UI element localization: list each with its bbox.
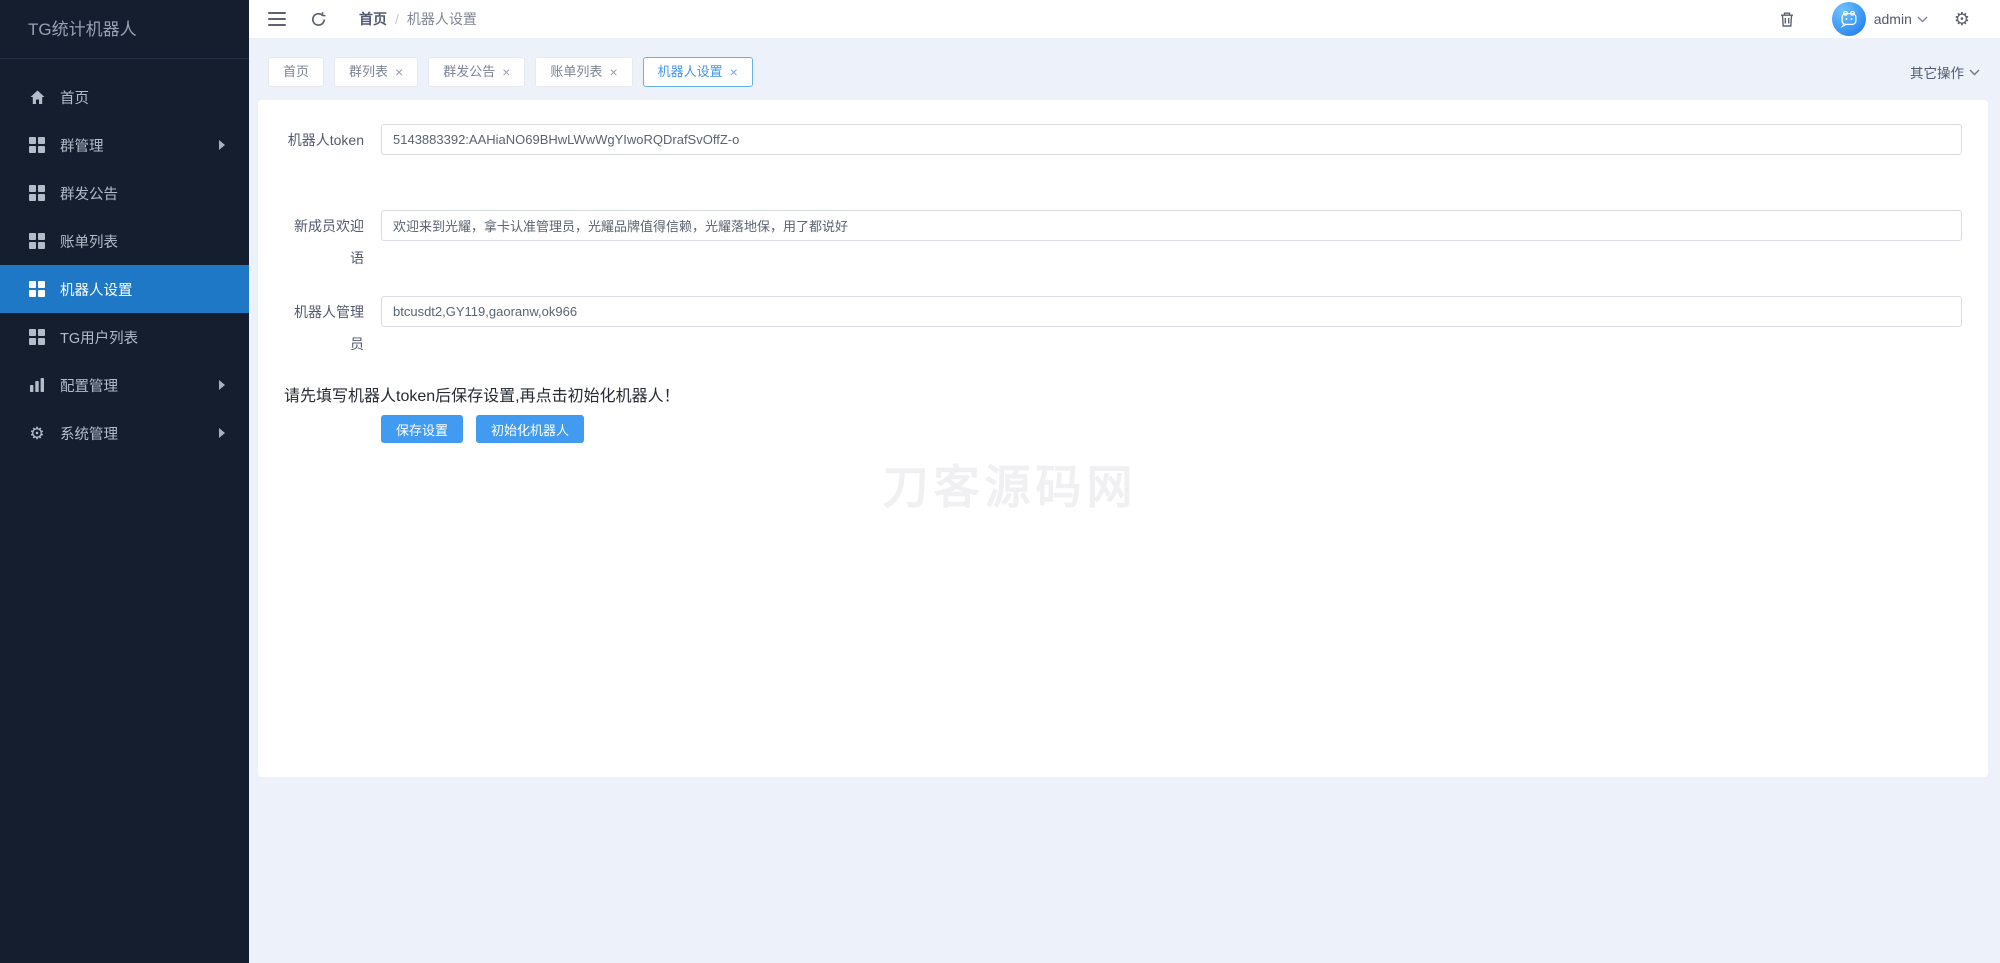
tab-label: 群列表 — [349, 58, 388, 86]
welcome-message-label: 新成员欢迎语 — [284, 210, 364, 274]
chevron-right-icon — [219, 380, 225, 390]
tab-group-list[interactable]: 群列表 × — [334, 57, 418, 87]
chevron-down-icon — [1969, 69, 1980, 76]
sidebar-item-group-manage[interactable]: 群管理 — [0, 121, 249, 169]
breadcrumb-home[interactable]: 首页 — [359, 9, 387, 29]
grid-icon — [28, 184, 46, 202]
tab-home[interactable]: 首页 — [268, 57, 324, 87]
top-header: 首页 / 机器人设置 admin ⚙ — [249, 0, 2000, 38]
sidebar-item-robot-settings[interactable]: 机器人设置 — [0, 265, 249, 313]
content-area: 首页 群列表 × 群发公告 × 账单列表 × 机器人设置 × 其它操作 机器人t… — [249, 38, 2000, 963]
form-row-admins: 机器人管理员 — [284, 296, 1962, 360]
more-actions-dropdown[interactable]: 其它操作 — [1910, 62, 1980, 82]
grid-icon — [28, 232, 46, 250]
chart-icon — [28, 376, 46, 394]
close-icon[interactable]: × — [395, 65, 403, 79]
robot-token-label: 机器人token — [284, 124, 364, 188]
breadcrumb-separator: / — [395, 11, 399, 27]
tab-broadcast[interactable]: 群发公告 × — [428, 57, 525, 87]
action-buttons: 保存设置 初始化机器人 — [381, 415, 1962, 443]
form-row-welcome: 新成员欢迎语 — [284, 210, 1962, 274]
sidebar-item-label: 系统管理 — [60, 423, 118, 444]
save-settings-button[interactable]: 保存设置 — [381, 415, 463, 443]
close-icon[interactable]: × — [502, 65, 510, 79]
sidebar-item-label: 配置管理 — [60, 375, 118, 396]
grid-icon — [28, 280, 46, 298]
tab-robot-settings[interactable]: 机器人设置 × — [643, 57, 753, 87]
robot-admins-label: 机器人管理员 — [284, 296, 364, 360]
username[interactable]: admin — [1874, 11, 1912, 27]
grid-icon — [28, 328, 46, 346]
init-robot-button[interactable]: 初始化机器人 — [476, 415, 584, 443]
robot-avatar[interactable] — [1832, 2, 1866, 36]
chevron-down-icon[interactable] — [1917, 16, 1928, 23]
sidebar-menu: 首页 群管理 群发公告 账单列表 机器人设置 — [0, 59, 249, 457]
menu-icon[interactable] — [264, 6, 290, 32]
tab-label: 机器人设置 — [658, 58, 723, 86]
tab-label: 首页 — [283, 58, 309, 86]
trash-icon[interactable] — [1774, 6, 1800, 32]
tab-label: 群发公告 — [443, 58, 495, 86]
sidebar-item-label: 首页 — [60, 87, 89, 108]
sidebar: TG统计机器人 首页 群管理 群发公告 账单列表 — [0, 0, 249, 963]
sidebar-item-system-manage[interactable]: ⚙ 系统管理 — [0, 409, 249, 457]
breadcrumb: 首页 / 机器人设置 — [359, 9, 477, 29]
sidebar-item-config-manage[interactable]: 配置管理 — [0, 361, 249, 409]
header-right: admin ⚙ — [1774, 2, 2000, 36]
refresh-icon[interactable] — [305, 6, 331, 32]
welcome-message-input[interactable] — [381, 210, 1962, 241]
gear-icon[interactable]: ⚙ — [1954, 9, 1970, 30]
sidebar-item-label: 机器人设置 — [60, 279, 133, 300]
robot-admins-input[interactable] — [381, 296, 1962, 327]
breadcrumb-current: 机器人设置 — [407, 9, 477, 29]
tab-label: 账单列表 — [550, 58, 602, 86]
grid-icon — [28, 136, 46, 154]
sidebar-item-label: 群管理 — [60, 135, 104, 156]
more-actions-label: 其它操作 — [1910, 62, 1964, 82]
close-icon[interactable]: × — [609, 65, 617, 79]
robot-token-input[interactable] — [381, 124, 1962, 155]
gear-icon: ⚙ — [28, 424, 46, 442]
setup-hint-text: 请先填写机器人token后保存设置,再点击初始化机器人！ — [284, 382, 1962, 406]
chevron-right-icon — [219, 140, 225, 150]
sidebar-item-label: TG用户列表 — [60, 327, 138, 348]
sidebar-item-label: 群发公告 — [60, 183, 118, 204]
sidebar-item-label: 账单列表 — [60, 231, 118, 252]
form-row-token: 机器人token — [284, 124, 1962, 188]
tab-bills[interactable]: 账单列表 × — [535, 57, 632, 87]
sidebar-item-bills[interactable]: 账单列表 — [0, 217, 249, 265]
app-title: TG统计机器人 — [0, 0, 249, 59]
close-icon[interactable]: × — [730, 65, 738, 79]
sidebar-item-tg-users[interactable]: TG用户列表 — [0, 313, 249, 361]
home-icon — [28, 88, 46, 106]
settings-panel: 机器人token 新成员欢迎语 机器人管理员 请先填写机器人token后保存设置… — [258, 100, 1988, 777]
sidebar-item-broadcast[interactable]: 群发公告 — [0, 169, 249, 217]
sidebar-item-home[interactable]: 首页 — [0, 73, 249, 121]
tab-bar: 首页 群列表 × 群发公告 × 账单列表 × 机器人设置 × 其它操作 — [268, 57, 1980, 87]
chevron-right-icon — [219, 428, 225, 438]
